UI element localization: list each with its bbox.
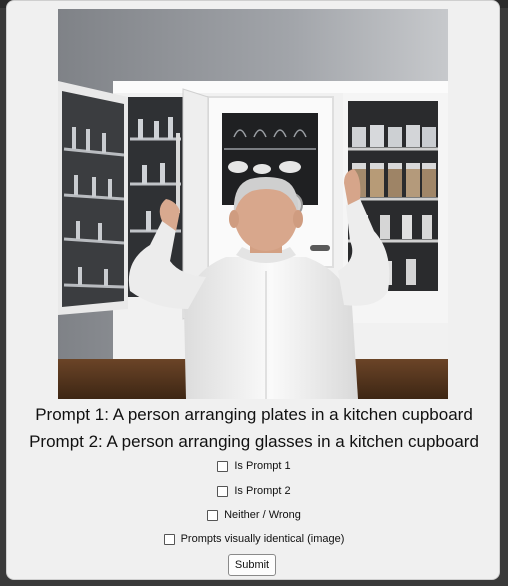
is-prompt-2-checkbox[interactable] [217,485,229,497]
is-prompt-1-label: Is Prompt 1 [234,460,291,472]
labeling-dialog: Prompt 1: A person arranging plates in a… [6,0,500,580]
is-prompt-1-option[interactable]: Is Prompt 1 [7,460,501,472]
is-prompt-1-checkbox[interactable] [217,460,229,472]
is-prompt-2-option[interactable]: Is Prompt 2 [7,485,501,497]
submit-button[interactable]: Submit [228,554,276,576]
generated-image [58,9,448,399]
neither-wrong-label: Neither / Wrong [224,509,301,521]
prompt-1-text: Prompt 1: A person arranging plates in a… [35,405,473,424]
is-prompt-2-label: Is Prompt 2 [234,485,291,497]
prompt-2-text: Prompt 2: A person arranging glasses in … [29,432,479,451]
neither-wrong-checkbox[interactable] [207,509,219,521]
neither-wrong-option[interactable]: Neither / Wrong [7,509,501,521]
kitchen-cupboard-image [58,9,448,399]
prompts-identical-option[interactable]: Prompts visually identical (image) [7,533,501,545]
prompts-identical-checkbox[interactable] [163,533,175,545]
prompts-identical-label: Prompts visually identical (image) [180,533,345,545]
